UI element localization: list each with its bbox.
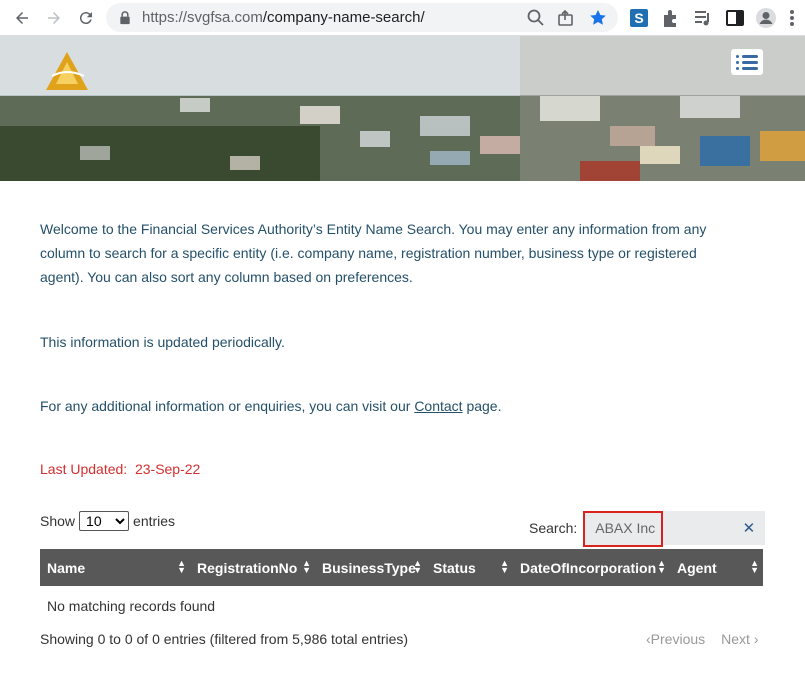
search-label: Search: [529,520,578,536]
entity-table: Name ▲ ▼ RegistrationNo ▲ ▼ BusinessType ▲ ▼ S… [40,549,763,626]
contact-suffix: page. [466,398,502,414]
puzzle-extensions-icon[interactable] [660,7,682,29]
column-header-registrationno[interactable]: RegistrationNo ▲ ▼ [190,549,315,586]
empty-message: No matching records found [47,598,216,614]
town-aerial-photo [0,36,805,181]
last-updated-label: Last Updated: [40,461,128,477]
table-row: No matching records found [40,586,763,626]
lock-icon [120,11,130,25]
entries-label: entries [133,513,176,529]
update-note: This information is updated periodically… [40,334,285,350]
more-menu-icon[interactable] [786,7,798,29]
address-bar[interactable]: https://svgfsa.com/company-name-search/ [106,3,618,32]
zoom-icon[interactable] [526,8,546,28]
bookmark-star-icon[interactable] [588,8,608,28]
sort-arrows-icon: ▲ ▼ [500,558,509,575]
hero-banner-image [0,36,805,181]
table-info: Showing 0 to 0 of 0 entries (filtered fr… [40,631,409,647]
hamburger-menu-button[interactable] [731,49,763,75]
next-button[interactable]: Next › [721,631,758,647]
sort-arrows-icon: ▲ ▼ [177,558,186,575]
svg-text:S: S [634,10,643,26]
sort-arrows-icon: ▲ ▼ [750,558,759,575]
search-input[interactable] [583,511,766,545]
contact-link[interactable]: Contact [414,398,462,414]
extension-s-icon[interactable]: S [628,7,650,29]
sort-arrows-icon: ▲ ▼ [413,558,422,575]
column-header-businesstype[interactable]: BusinessType ▲ ▼ [315,549,426,586]
chevron-right-icon: › [753,631,759,647]
menu-line [736,54,758,58]
last-updated: Last Updated: 23-Sep-22 [40,457,200,481]
column-header-name[interactable]: Name ▲ ▼ [40,549,190,586]
menu-line [736,60,758,64]
page-size-select[interactable]: 102550100 [79,511,130,531]
table-header-row: Name ▲ ▼ RegistrationNo ▲ ▼ BusinessType ▲ ▼ S… [40,549,763,586]
search-box: ✕ [583,511,766,547]
forward-arrow-icon[interactable] [42,6,66,30]
url-text: https://svgfsa.com/company-name-search/ [142,9,425,26]
contact-paragraph: For any additional information or enquir… [40,394,502,418]
media-playlist-icon[interactable] [692,7,714,29]
profile-avatar-icon[interactable] [755,7,777,29]
page-length-control: Show 102550100 entries [40,511,175,531]
sort-arrows-icon: ▲ ▼ [302,558,311,575]
menu-line [736,66,758,70]
back-arrow-icon[interactable] [10,6,34,30]
share-icon[interactable] [556,8,576,28]
contact-prefix: For any additional information or enquir… [40,398,411,414]
sort-arrows-icon: ▲ ▼ [657,558,666,575]
search-control: Search: ✕ [529,511,766,547]
fsa-logo-icon[interactable] [42,50,92,92]
side-panel-icon[interactable] [724,7,746,29]
reload-icon[interactable] [74,6,98,30]
show-label: Show [40,513,76,529]
clear-search-icon[interactable]: ✕ [743,519,756,537]
pagination: ‹Previous Next › [646,631,759,647]
column-header-dateofincorporation[interactable]: DateOfIncorporation ▲ ▼ [513,549,670,586]
previous-button[interactable]: ‹Previous [646,631,705,647]
column-header-agent[interactable]: Agent ▲ ▼ [670,549,763,586]
browser-toolbar: https://svgfsa.com/company-name-search/ … [0,0,805,36]
last-updated-value: 23-Sep-22 [134,461,201,477]
intro-paragraph: Welcome to the Financial Services Author… [40,221,707,285]
column-header-status[interactable]: Status ▲ ▼ [426,549,513,586]
